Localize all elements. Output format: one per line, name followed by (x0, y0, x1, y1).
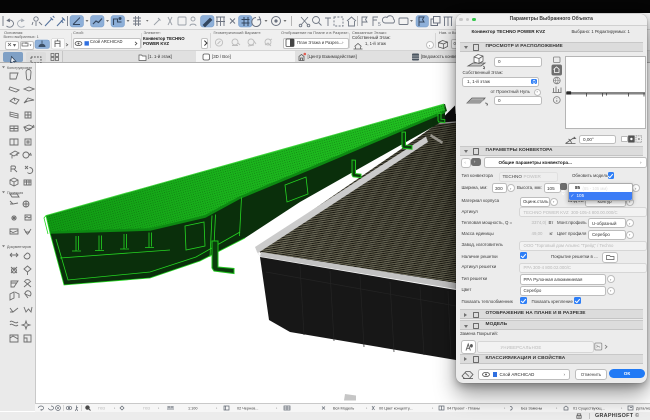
svg-text:›: › (276, 407, 278, 411)
svg-text:›: › (621, 407, 623, 411)
svg-text:П03: П03 (98, 406, 105, 410)
svg-text:›: › (158, 407, 160, 411)
svg-text:Документиров: Документиров (7, 245, 31, 249)
svg-text:1:100: 1:100 (188, 406, 198, 410)
svg-text:›: › (556, 407, 558, 411)
svg-text:П03: П03 (143, 406, 150, 410)
svg-text:Детализированн...: Детализированн... (636, 406, 650, 410)
svg-text:›: › (432, 407, 434, 411)
svg-text:›: › (216, 407, 218, 411)
svg-text:›: › (366, 407, 368, 411)
svg-text:00 Цвет концепту...: 00 Цвет концепту... (379, 406, 413, 410)
svg-text:Вся Модель: Вся Модель (333, 406, 354, 410)
svg-text:5: 5 (378, 22, 381, 28)
svg-text:Без Замены: Без Замены (521, 406, 543, 410)
svg-text:01 Существующ...: 01 Существующ... (573, 406, 605, 410)
svg-text:›: › (114, 407, 116, 411)
svg-text:02 Чернов...: 02 Чернов... (237, 406, 258, 410)
svg-text:›: › (504, 407, 506, 411)
svg-text:04 Проект - Планы: 04 Проект - Планы (447, 406, 480, 410)
